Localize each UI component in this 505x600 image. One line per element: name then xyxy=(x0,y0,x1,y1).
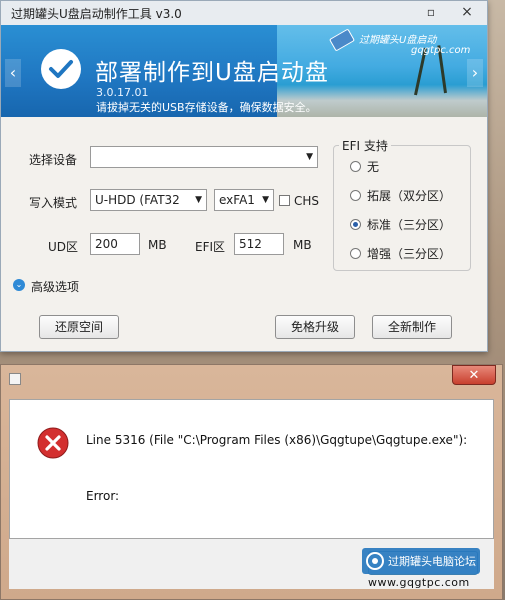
chs-label: CHS xyxy=(294,194,320,208)
banner-heading: 部署制作到U盘启动盘 xyxy=(95,60,329,86)
efi-option-label: 拓展（双分区） xyxy=(367,189,452,203)
brand-logo: 过期罐头U盘启动 gqgtpc.com xyxy=(328,28,481,59)
close-button[interactable]: × xyxy=(457,3,477,21)
efi-option-label: 标准（三分区） xyxy=(367,218,452,232)
dialog-body xyxy=(9,399,494,539)
watermark-text: 过期罐头电脑论坛 xyxy=(388,555,476,568)
next-arrow-icon[interactable]: › xyxy=(467,59,483,87)
chevron-down-icon: ▼ xyxy=(262,195,269,205)
error-label: Error: xyxy=(86,489,120,503)
ud-size-input[interactable]: 200 xyxy=(90,233,140,255)
banner: 过期罐头U盘启动 gqgtpc.com ‹ › 部署制作到U盘启动盘 3.0.1… xyxy=(1,25,487,117)
warning-text: 请拔掉无关的USB存储设备，确保数据安全。 xyxy=(96,101,317,114)
efi-option-label: 无 xyxy=(367,160,380,174)
filesystem-select[interactable]: exFA1 ▼ xyxy=(214,189,274,211)
title-bar: 过期罐头U盘启动制作工具 v3.0 ▫ × xyxy=(1,1,487,26)
filesystem-value: exFA1 xyxy=(219,193,255,207)
version-text: 3.0.17.01 xyxy=(96,86,149,99)
ud-unit: MB xyxy=(148,238,167,252)
app-icon xyxy=(9,373,21,385)
upgrade-button[interactable]: 免格升级 xyxy=(275,315,355,339)
dialog-close-button[interactable]: ✕ xyxy=(452,365,496,385)
efi-radio-none[interactable] xyxy=(350,161,361,172)
app-window: 过期罐头U盘启动制作工具 v3.0 ▫ × 过期罐头U盘启动 gqgtpc.co… xyxy=(0,0,488,352)
restore-space-button[interactable]: 还原空间 xyxy=(39,315,119,339)
chevron-down-icon: ▼ xyxy=(195,195,202,205)
brand-url: gqgtpc.com xyxy=(411,45,471,56)
device-select[interactable]: ▼ xyxy=(90,146,318,168)
prev-arrow-icon[interactable]: ‹ xyxy=(5,59,21,87)
error-icon xyxy=(37,427,69,459)
device-label: 选择设备 xyxy=(29,153,78,167)
efi-size-input[interactable]: 512 xyxy=(234,233,284,255)
ud-label: UD区 xyxy=(48,240,79,254)
new-make-button[interactable]: 全新制作 xyxy=(372,315,452,339)
minimize-button[interactable]: ▫ xyxy=(421,3,441,21)
write-mode-value: U-HDD (FAT32 xyxy=(95,193,180,207)
chevron-down-icon: ▼ xyxy=(306,152,313,162)
efi-support-legend: EFI 支持 xyxy=(339,137,391,154)
write-mode-label: 写入模式 xyxy=(29,196,78,210)
watermark-url: www.gqgtpc.com xyxy=(368,576,470,589)
checkmark-icon xyxy=(41,49,81,89)
write-mode-select[interactable]: U-HDD (FAT32 ▼ xyxy=(90,189,207,211)
efi-radio-enhanced[interactable] xyxy=(350,248,361,259)
advanced-options-toggle[interactable]: 高级选项 xyxy=(31,278,79,295)
efi-unit: MB xyxy=(293,238,312,252)
efi-part-label: EFI区 xyxy=(195,240,226,254)
forum-logo-icon xyxy=(366,552,384,570)
expand-icon[interactable]: ⌄ xyxy=(13,279,25,291)
window-title: 过期罐头U盘启动制作工具 v3.0 xyxy=(11,7,182,21)
efi-radio-dual[interactable] xyxy=(350,190,361,201)
efi-option-label: 增强（三分区） xyxy=(367,247,452,261)
efi-radio-standard[interactable] xyxy=(350,219,361,230)
brand-name: 过期罐头U盘启动 xyxy=(359,35,437,46)
error-message: Line 5316 (File "C:\Program Files (x86)\… xyxy=(86,433,468,447)
chs-checkbox[interactable] xyxy=(279,195,290,206)
watermark: 过期罐头电脑论坛 xyxy=(362,548,480,574)
usb-icon xyxy=(328,28,356,52)
